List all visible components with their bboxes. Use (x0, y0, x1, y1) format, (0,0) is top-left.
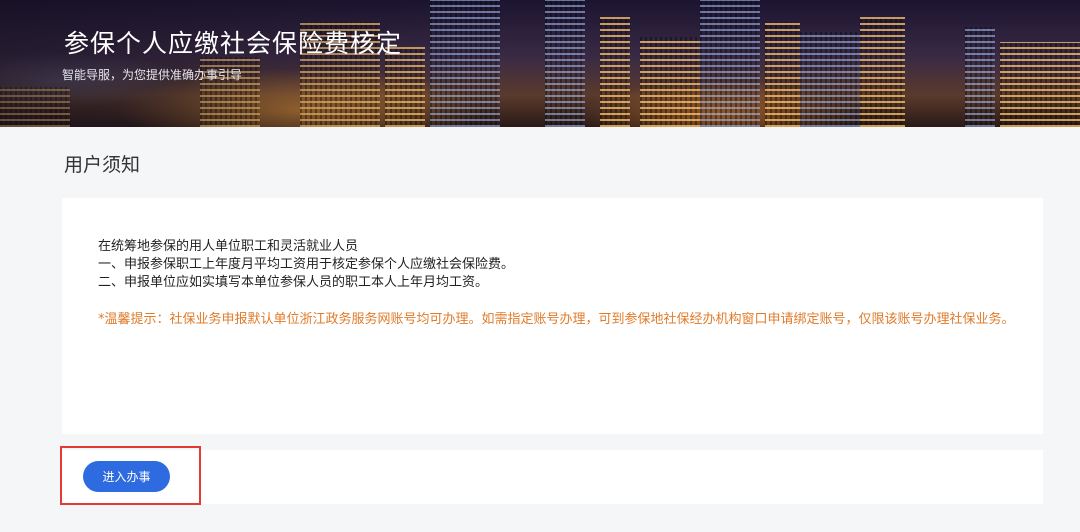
notice-heading: 用户须知 (64, 154, 141, 176)
page-subtitle: 智能导服，为您提供准确办事引导 (62, 68, 243, 82)
notice-tip: *温馨提示：社保业务申报默认单位浙江政务服务网账号均可办理。如需指定账号办理，可… (98, 312, 1015, 327)
notice-body: 在统筹地参保的用人单位职工和灵活就业人员 一、申报参保职工上年度月平均工资用于核… (98, 238, 1028, 292)
enter-service-button[interactable]: 进入办事 (83, 461, 170, 492)
notice-card: 在统筹地参保的用人单位职工和灵活就业人员 一、申报参保职工上年度月平均工资用于核… (62, 198, 1043, 434)
notice-line: 在统筹地参保的用人单位职工和灵活就业人员 (98, 239, 359, 254)
banner: 参保个人应缴社会保险费核定 智能导服，为您提供准确办事引导 (0, 0, 1080, 127)
notice-line: 一、申报参保职工上年度月平均工资用于核定参保个人应缴社会保险费。 (98, 257, 515, 272)
notice-line: 二、申报单位应如实填写本单位参保人员的职工本人上年月均工资。 (98, 275, 489, 290)
page-title: 参保个人应缴社会保险费核定 (64, 29, 403, 58)
action-bar (62, 450, 1043, 504)
